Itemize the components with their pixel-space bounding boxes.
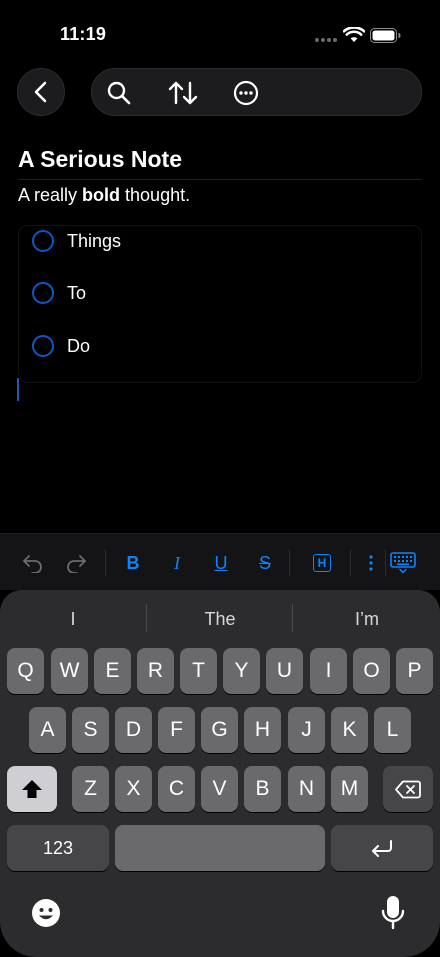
keyboard: I The I’m Q W E R T Y U I O P A S D F G …	[0, 590, 440, 957]
paragraph-text-end: thought.	[120, 185, 191, 205]
numbers-key[interactable]: 123	[7, 825, 109, 871]
key-t[interactable]: T	[180, 648, 217, 694]
bold-button[interactable]: B	[124, 551, 142, 575]
toolbar-divider	[105, 550, 106, 576]
redo-icon	[67, 555, 86, 573]
suggestion[interactable]: I’m	[317, 609, 417, 630]
shift-key[interactable]	[7, 766, 57, 812]
chevron-left-icon	[34, 81, 47, 103]
return-icon	[372, 840, 392, 857]
checklist-item-label: Things	[67, 230, 122, 251]
key-j[interactable]: J	[288, 707, 325, 753]
key-h[interactable]: H	[244, 707, 281, 753]
back-button[interactable]	[17, 68, 65, 116]
key-u[interactable]: U	[266, 648, 303, 694]
key-a[interactable]: A	[29, 707, 66, 753]
suggestion[interactable]: The	[170, 609, 270, 630]
undo-icon	[23, 555, 42, 573]
key-z[interactable]: Z	[72, 766, 109, 812]
heading-label: H	[313, 554, 331, 572]
shift-icon	[22, 780, 42, 798]
backspace-icon	[395, 780, 421, 798]
sort-button[interactable]	[168, 80, 198, 106]
heading-button[interactable]: H	[312, 551, 332, 575]
checklist-item-label: Do	[67, 335, 91, 356]
wifi-icon	[343, 27, 365, 42]
note-toolbar	[91, 68, 422, 116]
note-paragraph[interactable]: A really bold thought.	[18, 185, 190, 206]
note-title[interactable]: A Serious Note	[18, 146, 182, 173]
paragraph-bold-text: bold	[82, 185, 121, 205]
checkbox-circle[interactable]	[32, 335, 54, 357]
toolbar-divider	[350, 550, 351, 576]
microphone-icon	[381, 896, 405, 930]
key-d[interactable]: D	[115, 707, 152, 753]
key-m[interactable]: M	[331, 766, 368, 812]
title-divider	[18, 179, 422, 180]
redo-button[interactable]	[64, 551, 88, 575]
key-g[interactable]: G	[201, 707, 238, 753]
key-l[interactable]: L	[374, 707, 411, 753]
toolbar-divider	[289, 550, 290, 576]
more-vertical-icon	[369, 555, 373, 571]
backspace-key[interactable]	[383, 766, 433, 812]
checklist-item[interactable]: Things	[32, 230, 121, 252]
key-i[interactable]: I	[310, 648, 347, 694]
suggestion[interactable]: I	[23, 609, 123, 630]
key-x[interactable]: X	[115, 766, 152, 812]
formatting-toolbar: B I U S H	[0, 533, 440, 590]
battery-icon	[370, 28, 401, 43]
checklist-item[interactable]: Do	[32, 335, 90, 357]
key-e[interactable]: E	[94, 648, 131, 694]
underline-button[interactable]: U	[212, 551, 230, 575]
keyboard-dismiss-icon	[390, 552, 416, 574]
checklist-item[interactable]: To	[32, 282, 86, 304]
key-r[interactable]: R	[137, 648, 174, 694]
toolbar-divider	[385, 550, 386, 576]
sort-arrows-icon	[168, 81, 198, 105]
dictation-button[interactable]	[381, 895, 405, 931]
key-y[interactable]: Y	[223, 648, 260, 694]
key-b[interactable]: B	[244, 766, 281, 812]
suggestion-divider	[146, 604, 147, 632]
checkbox-circle[interactable]	[32, 230, 54, 252]
key-v[interactable]: V	[201, 766, 238, 812]
key-q[interactable]: Q	[7, 648, 44, 694]
suggestion-divider	[292, 604, 293, 632]
key-s[interactable]: S	[72, 707, 109, 753]
key-f[interactable]: F	[158, 707, 195, 753]
text-cursor	[17, 378, 19, 401]
more-button[interactable]	[233, 80, 259, 106]
key-w[interactable]: W	[51, 648, 88, 694]
key-o[interactable]: O	[353, 648, 390, 694]
checkbox-circle[interactable]	[32, 282, 54, 304]
return-key[interactable]	[331, 825, 433, 871]
checklist-item-label: To	[67, 282, 87, 303]
emoji-button[interactable]	[30, 897, 62, 929]
key-n[interactable]: N	[288, 766, 325, 812]
emoji-icon	[32, 899, 60, 927]
key-p[interactable]: P	[396, 648, 433, 694]
key-c[interactable]: C	[158, 766, 195, 812]
signal-dots-icon	[315, 38, 337, 42]
more-format-button[interactable]	[364, 551, 378, 575]
paragraph-text: A really	[18, 185, 83, 205]
italic-button[interactable]: I	[168, 551, 186, 575]
search-icon	[107, 81, 131, 105]
key-k[interactable]: K	[331, 707, 368, 753]
strikethrough-button[interactable]: S	[256, 551, 274, 575]
space-key[interactable]	[115, 825, 325, 871]
status-time: 11:19	[60, 24, 107, 44]
dismiss-keyboard-button[interactable]	[390, 551, 416, 575]
search-button[interactable]	[106, 80, 132, 106]
undo-button[interactable]	[21, 551, 45, 575]
more-ellipsis-icon	[233, 80, 259, 106]
